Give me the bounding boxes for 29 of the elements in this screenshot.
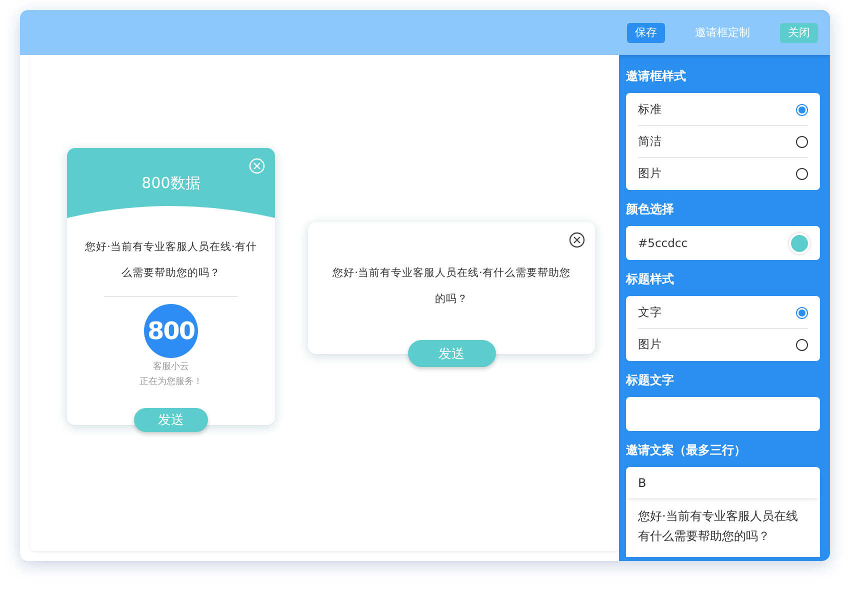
editor-text: 您好·当前有专业客服人员在线 有什么需要帮助您的吗？ xyxy=(637,508,799,545)
radio-option[interactable]: 图片 xyxy=(638,157,808,189)
section-label: 邀请框样式 xyxy=(626,68,687,85)
radio-option[interactable]: 简洁 xyxy=(638,125,808,157)
card-title: 800数据 xyxy=(142,174,200,194)
radio-icon[interactable] xyxy=(796,104,808,116)
radio-option[interactable]: 标准 xyxy=(638,94,808,125)
section-label: 邀请文案（最多三行） xyxy=(626,442,747,459)
brand-logo: 800 xyxy=(144,304,198,358)
radio-option[interactable]: 图片 xyxy=(638,328,808,360)
panel-title: 邀请框定制 xyxy=(695,25,750,40)
bold-button[interactable]: B xyxy=(638,476,646,490)
color-field[interactable]: #5ccdcc xyxy=(626,226,820,260)
radio-option[interactable]: 文字 xyxy=(638,297,808,328)
color-swatch[interactable] xyxy=(791,234,808,252)
service-status: 正在为您服务！ xyxy=(138,376,204,389)
radio-icon[interactable] xyxy=(796,136,808,148)
radio-icon[interactable] xyxy=(796,168,808,180)
agent-name: 客服小云 xyxy=(152,360,190,374)
radio-icon[interactable] xyxy=(796,306,808,318)
section-label: 颜色选择 xyxy=(626,201,675,218)
input-field[interactable] xyxy=(626,397,820,431)
invite-message: 您好·当前有专业客服人员在线·有什么需要帮助您的吗？ xyxy=(84,240,258,281)
text-editor[interactable]: B 您好·当前有专业客服人员在线 有什么需要帮助您的吗？ xyxy=(626,467,820,557)
close-icon[interactable] xyxy=(569,232,585,248)
invite-message: 您好·当前有专业客服人员在线·有什么需要帮助您的吗？ xyxy=(332,266,572,307)
section-label: 标题样式 xyxy=(626,271,675,288)
radio-icon[interactable] xyxy=(796,338,808,350)
section-label: 标题文字 xyxy=(626,372,675,389)
